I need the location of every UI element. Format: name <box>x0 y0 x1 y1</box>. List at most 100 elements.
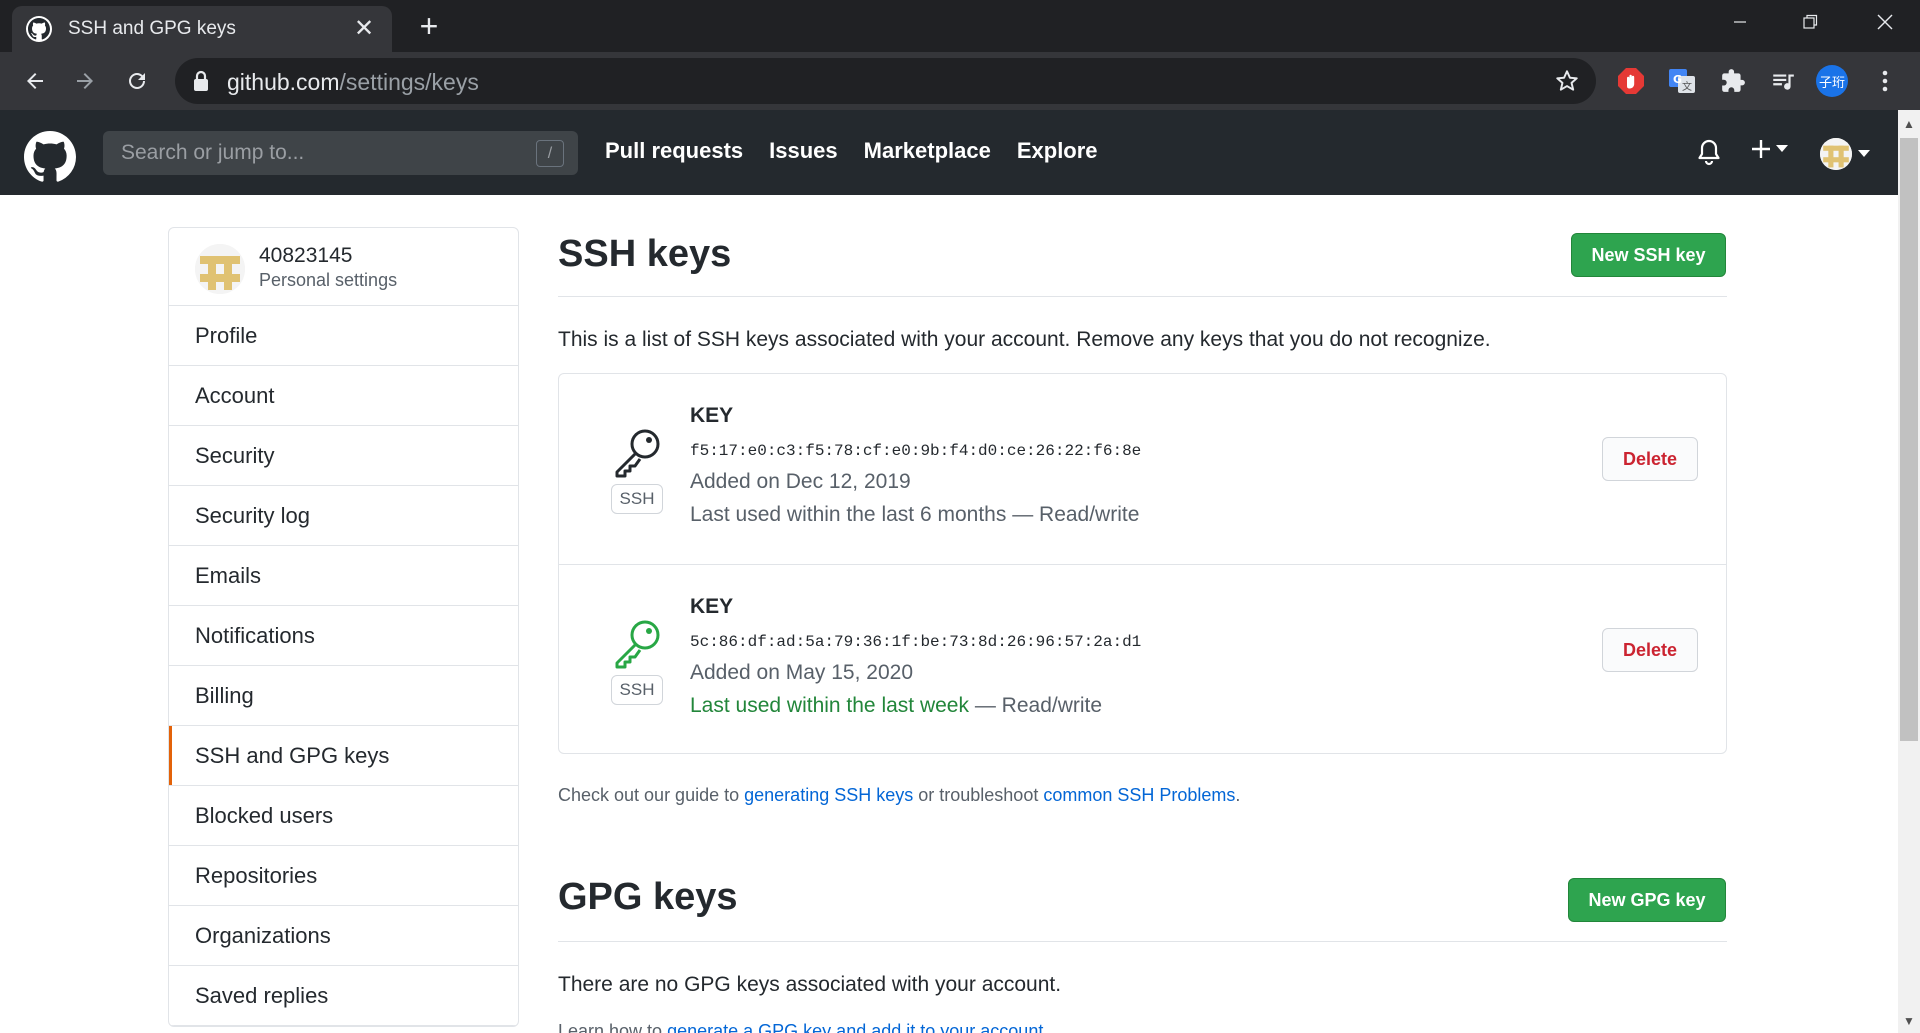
translate-extension-icon[interactable]: G文 <box>1665 64 1699 98</box>
url-host: github.com <box>227 69 340 95</box>
key-last-used-text: Last used within the last week <box>690 694 969 717</box>
key-last-used-text: Last used within the last 6 months <box>690 503 1007 526</box>
plus-icon <box>1752 140 1770 158</box>
key-added-date: Added on May 15, 2020 <box>690 661 914 684</box>
new-gpg-key-button[interactable]: New GPG key <box>1568 878 1726 922</box>
sidebar-item-ssh-gpg-keys[interactable]: SSH and GPG keys <box>169 726 518 786</box>
search-input[interactable]: Search or jump to... / <box>103 131 578 175</box>
reading-list-icon[interactable] <box>1766 64 1800 98</box>
browser-tab-strip: SSH and GPG keys ✕ + <box>0 0 1920 52</box>
sidebar-item-saved-replies[interactable]: Saved replies <box>169 966 518 1026</box>
ssh-divider <box>558 296 1727 297</box>
settings-sidebar: 40823145 Personal settings Profile Accou… <box>168 227 519 1027</box>
delete-key-button[interactable]: Delete <box>1602 437 1698 481</box>
key-icon <box>611 615 665 674</box>
create-new-dropdown[interactable] <box>1750 138 1788 160</box>
ssh-help-text: Check out our guide to generating SSH ke… <box>558 785 1240 806</box>
url-path: /settings/keys <box>339 69 479 95</box>
key-label: KEY <box>690 404 734 427</box>
ssh-badge: SSH <box>611 675 663 705</box>
search-shortcut-key: / <box>536 140 564 167</box>
help-prefix: Check out our guide to <box>558 785 740 805</box>
svg-text:文: 文 <box>1682 80 1692 93</box>
forward-arrow-icon[interactable] <box>65 61 105 101</box>
key-added-date: Added on Dec 12, 2019 <box>690 470 911 493</box>
caret-down-icon <box>1858 150 1870 157</box>
key-fingerprint: 5c:86:df:ad:5a:79:36:1f:be:73:8d:26:96:5… <box>690 633 1142 651</box>
scrollbar-thumb[interactable] <box>1900 138 1918 741</box>
lock-icon[interactable] <box>193 70 209 97</box>
nav-pull-requests[interactable]: Pull requests <box>605 138 743 164</box>
profile-avatar-text: 子珩 <box>1816 65 1848 97</box>
nav-issues[interactable]: Issues <box>769 138 838 164</box>
github-logo-icon[interactable] <box>24 131 76 188</box>
ssh-key-row: SSH KEY 5c:86:df:ad:5a:79:36:1f:be:73:8d… <box>559 564 1726 754</box>
key-last-used: Last used within the last week — Read/wr… <box>690 694 1102 718</box>
key-last-used: Last used within the last 6 months — Rea… <box>690 503 1139 527</box>
tab-title: SSH and GPG keys <box>68 18 236 39</box>
new-ssh-key-button[interactable]: New SSH key <box>1571 233 1726 277</box>
sidebar-item-security-log[interactable]: Security log <box>169 486 518 546</box>
generating-ssh-keys-link[interactable]: generating SSH keys <box>744 785 913 805</box>
bookmark-star-icon[interactable] <box>1554 68 1580 99</box>
ssh-keys-list: SSH KEY f5:17:e0:c3:f5:78:cf:e0:9b:f4:d0… <box>558 373 1727 754</box>
close-tab-icon[interactable]: ✕ <box>350 15 378 43</box>
generate-gpg-key-link[interactable]: generate a GPG key and add it to your ac… <box>667 1021 1043 1033</box>
sidebar-item-emails[interactable]: Emails <box>169 546 518 606</box>
address-bar[interactable]: github.com/settings/keys <box>175 58 1596 104</box>
svg-text:G: G <box>1673 73 1682 86</box>
avatar <box>195 244 245 294</box>
key-label: KEY <box>690 595 734 618</box>
help-middle: or troubleshoot <box>918 785 1039 805</box>
nav-explore[interactable]: Explore <box>1017 138 1098 164</box>
scroll-down-arrow-icon[interactable]: ▼ <box>1898 1011 1920 1031</box>
sidebar-subtitle: Personal settings <box>259 270 398 290</box>
gpg-keys-title: GPG keys <box>558 876 738 918</box>
sidebar-username: 40823145 <box>259 244 353 267</box>
sidebar-item-account[interactable]: Account <box>169 366 518 426</box>
caret-down-icon <box>1776 145 1788 152</box>
restore-icon[interactable] <box>1775 0 1845 44</box>
github-favicon-icon <box>26 16 52 42</box>
user-menu-dropdown[interactable] <box>1820 138 1870 170</box>
browser-tab[interactable]: SSH and GPG keys ✕ <box>12 6 392 52</box>
header-nav: Pull requests Issues Marketplace Explore <box>605 138 1098 164</box>
gpg-description: There are no GPG keys associated with yo… <box>558 973 1062 996</box>
ssh-key-row: SSH KEY f5:17:e0:c3:f5:78:cf:e0:9b:f4:d0… <box>559 374 1726 564</box>
learn-suffix: . <box>1043 1021 1049 1033</box>
delete-key-button[interactable]: Delete <box>1602 628 1698 672</box>
search-placeholder: Search or jump to... <box>121 141 305 164</box>
ssh-badge: SSH <box>611 484 663 514</box>
key-icon <box>611 424 665 483</box>
sidebar-user-header[interactable]: 40823145 Personal settings <box>169 228 518 306</box>
sidebar-item-billing[interactable]: Billing <box>169 666 518 726</box>
gpg-learn-text: Learn how to generate a GPG key and add … <box>558 1021 1048 1033</box>
github-header: Search or jump to... / Pull requests Iss… <box>0 110 1898 195</box>
common-ssh-problems-link[interactable]: common SSH Problems <box>1043 785 1235 805</box>
avatar <box>1820 138 1852 170</box>
nav-marketplace[interactable]: Marketplace <box>864 138 991 164</box>
puzzle-extensions-icon[interactable] <box>1716 64 1750 98</box>
sidebar-item-profile[interactable]: Profile <box>169 306 518 366</box>
chrome-menu-icon[interactable] <box>1868 64 1902 98</box>
key-access: — Read/write <box>1012 503 1140 526</box>
gpg-divider <box>558 941 1727 942</box>
window-close-icon[interactable] <box>1850 0 1920 44</box>
profile-avatar-icon[interactable]: 子珩 <box>1815 64 1849 98</box>
sidebar-item-repositories[interactable]: Repositories <box>169 846 518 906</box>
scroll-up-arrow-icon[interactable]: ▲ <box>1898 114 1920 134</box>
adblock-extension-icon[interactable] <box>1614 64 1648 98</box>
new-tab-icon[interactable]: + <box>412 10 446 44</box>
browser-toolbar: github.com/settings/keys G文 子珩 <box>0 52 1920 110</box>
notifications-bell-icon[interactable] <box>1697 139 1721 172</box>
url-text: github.com/settings/keys <box>227 69 479 96</box>
minimize-icon[interactable] <box>1705 0 1775 44</box>
sidebar-item-blocked-users[interactable]: Blocked users <box>169 786 518 846</box>
ssh-description: This is a list of SSH keys associated wi… <box>558 328 1491 351</box>
back-arrow-icon[interactable] <box>15 61 55 101</box>
sidebar-item-organizations[interactable]: Organizations <box>169 906 518 966</box>
reload-icon[interactable] <box>117 61 157 101</box>
ssh-keys-title: SSH keys <box>558 233 732 275</box>
sidebar-item-notifications[interactable]: Notifications <box>169 606 518 666</box>
sidebar-item-security[interactable]: Security <box>169 426 518 486</box>
